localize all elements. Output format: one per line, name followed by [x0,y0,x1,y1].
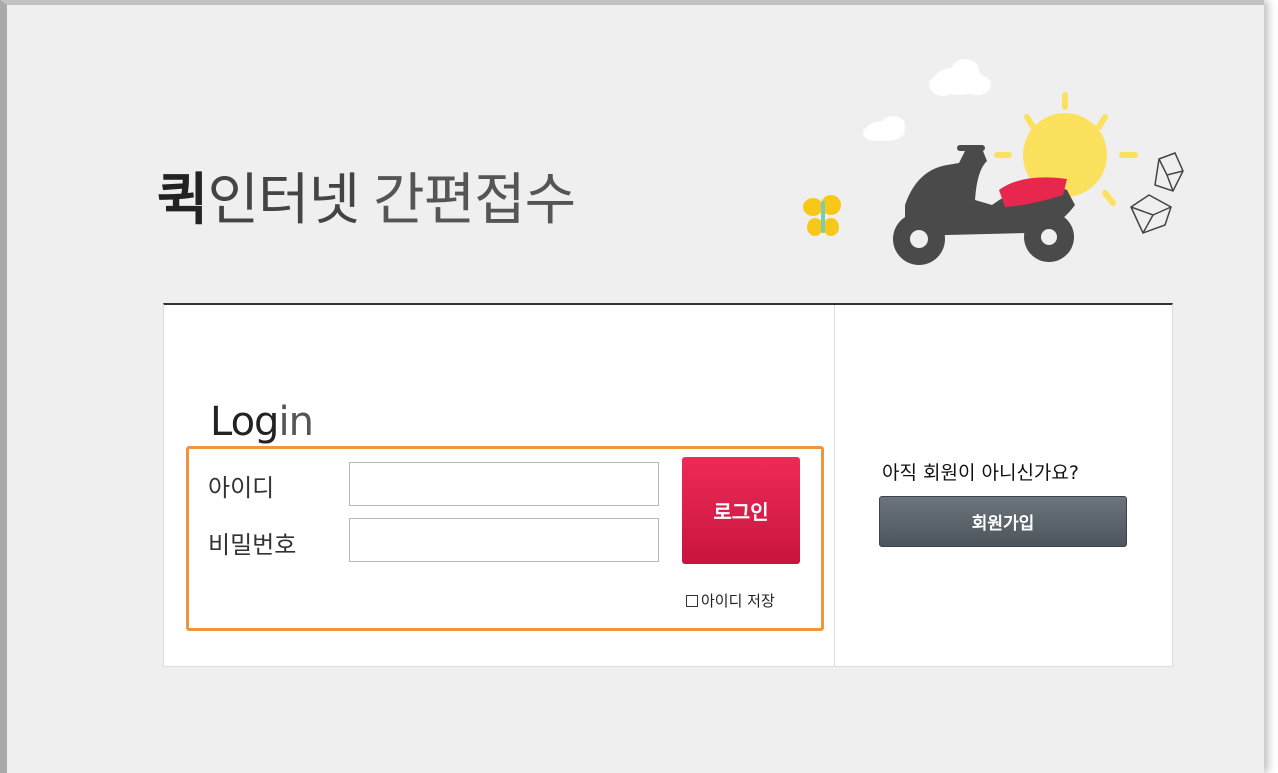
login-heading-thin: in [278,399,313,445]
page-background: 퀵인터넷 간편접수 Login 아이디 비밀번호 로그인 아이디 저장 아직 회… [0,0,1264,773]
box-icon [1154,152,1184,192]
save-id-checkbox[interactable]: 아이디 저장 [686,590,775,611]
login-heading: Login [210,399,314,445]
title-light: 간편접수 [373,168,576,233]
cloud-icon [863,116,905,141]
box-icon [1130,194,1172,234]
login-heading-bold: Log [210,399,279,445]
title-rest: 인터넷 [207,168,361,233]
title-strong: 퀵 [157,168,209,233]
password-label: 비밀번호 [208,531,297,559]
id-input[interactable] [349,462,659,506]
cloud-icon [929,59,991,96]
panel-divider [834,305,835,667]
signup-button[interactable]: 회원가입 [879,496,1127,547]
checkbox-icon[interactable] [686,594,698,607]
signup-prompt: 아직 회원이 아니신가요? [882,462,1079,484]
save-id-label: 아이디 저장 [701,592,775,610]
id-label: 아이디 [208,474,275,502]
page-title: 퀵인터넷 간편접수 [157,155,576,236]
password-input[interactable] [349,518,659,562]
login-button[interactable]: 로그인 [682,457,800,564]
header-illustration [803,59,1184,265]
login-panel: Login 아이디 비밀번호 로그인 아이디 저장 아직 회원이 아니신가요? … [163,303,1173,667]
butterfly-icon [803,195,841,236]
